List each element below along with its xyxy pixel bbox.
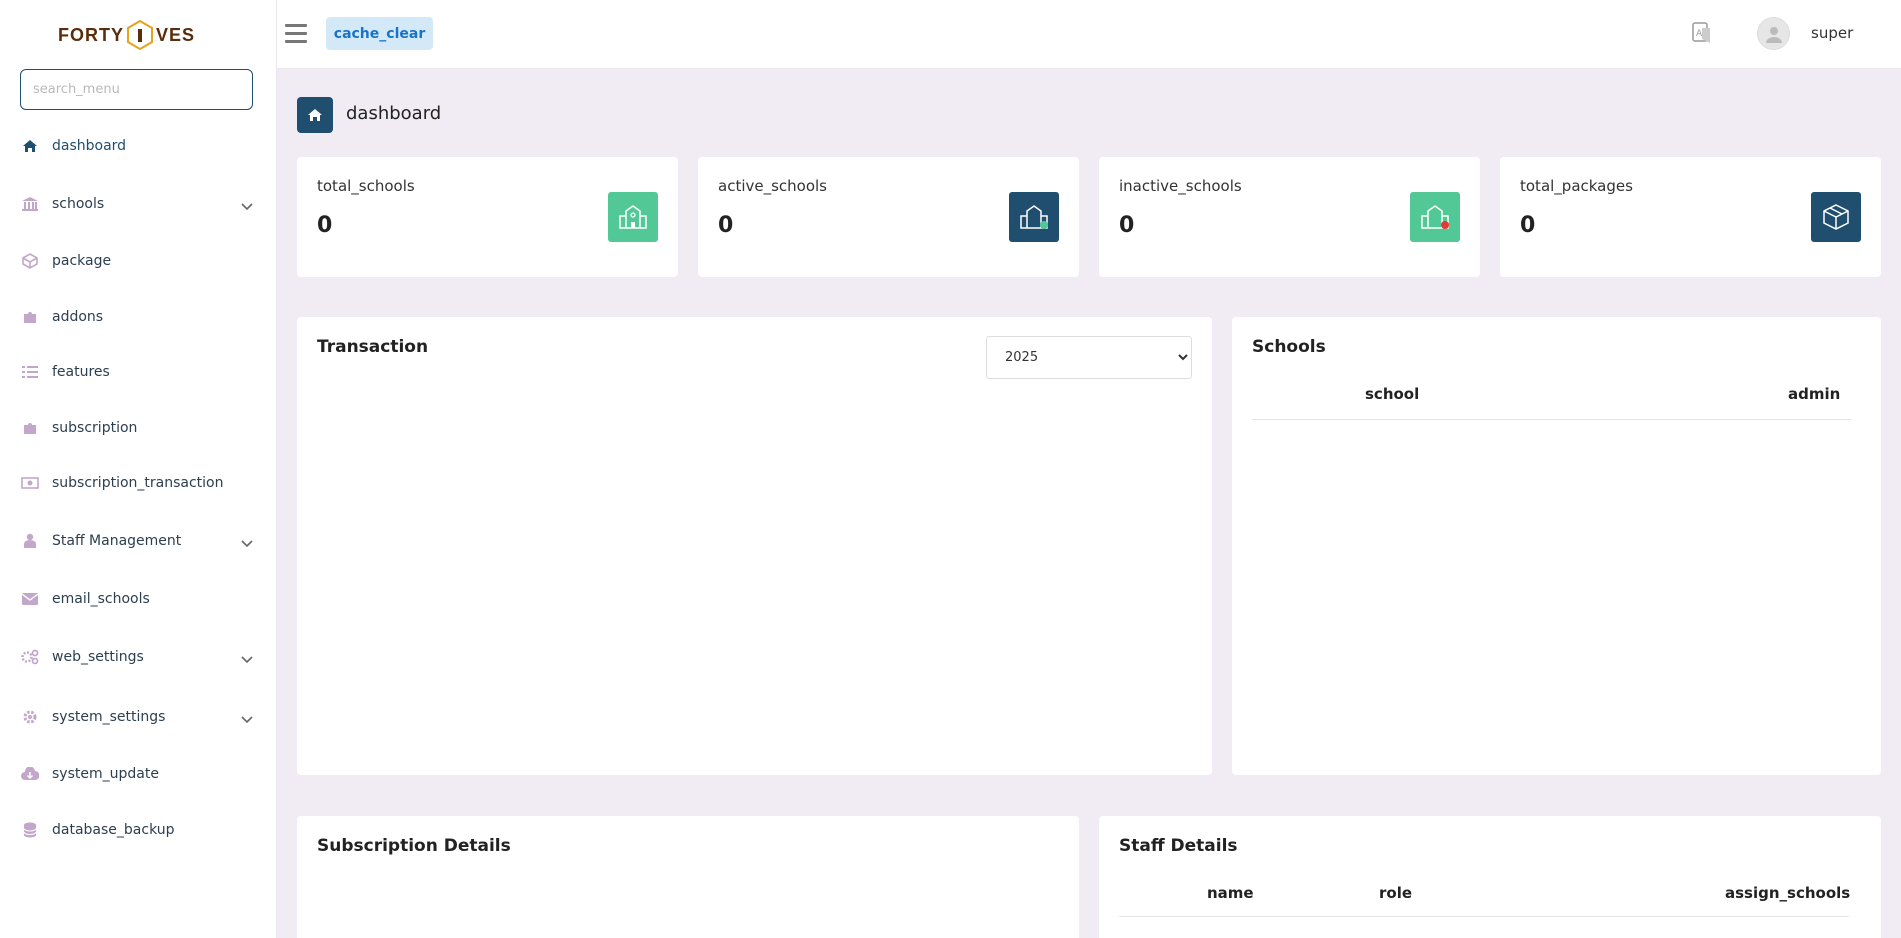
sidebar-item-database-backup[interactable]: database_backup [0,810,277,850]
sidebar: FORTY VES dashboard schools package addo… [0,0,277,938]
subscription-details-panel: Subscription Details [297,816,1079,938]
sidebar-item-label: features [52,364,110,380]
svg-text:A: A [1696,29,1703,39]
chevron-down-icon [241,709,253,728]
sidebar-item-label: subscription_transaction [52,475,224,491]
package-box-icon [1811,192,1861,242]
sidebar-item-email-schools[interactable]: email_schools [0,579,277,619]
column-header-assign-schools[interactable]: assign_schools [1725,884,1850,902]
cube-icon [20,251,40,271]
sidebar-item-label: web_settings [52,649,144,665]
school-x-icon [1410,192,1460,242]
sidebar-item-label: subscription [52,420,138,436]
transaction-title: Transaction [317,337,429,357]
sidebar-item-system-settings[interactable]: system_settings [0,697,277,737]
money-bill-icon [20,473,40,493]
school-icon [608,192,658,242]
sidebar-item-schools[interactable]: schools [0,184,277,224]
schools-title: Schools [1252,337,1326,357]
sidebar-item-label: addons [52,309,104,325]
hexagon-logo-icon [127,19,153,51]
chevron-down-icon [241,649,253,668]
stat-label: inactive_schools [1119,177,1242,195]
search-menu-input[interactable] [20,69,253,110]
sidebar-item-label: database_backup [52,822,175,838]
stat-label: total_schools [317,177,415,195]
username[interactable]: super [1811,24,1853,42]
sidebar-item-system-update[interactable]: system_update [0,754,277,794]
table-divider [1119,916,1849,917]
stat-label: total_packages [1520,177,1633,195]
university-icon [20,194,40,214]
stat-card-inactive-schools: inactive_schools 0 [1099,157,1480,277]
brand-logo[interactable]: FORTY VES [58,18,195,52]
stat-card-total-schools: total_schools 0 [297,157,678,277]
topbar: cache_clear A super [277,0,1901,69]
chevron-down-icon [241,196,253,215]
chevron-down-icon [241,533,253,552]
stat-value: 0 [1119,213,1135,238]
stat-value: 0 [1520,213,1536,238]
sidebar-item-web-settings[interactable]: web_settings [0,637,277,677]
staff-details-panel: Staff Details name role assign_schools [1099,816,1881,938]
user-tie-icon [20,531,40,551]
sidebar-item-label: system_settings [52,709,166,725]
column-header-name[interactable]: name [1207,884,1254,902]
transaction-panel: Transaction 2025 [297,317,1212,775]
sidebar-item-package[interactable]: package [0,241,277,281]
gear-icon [20,707,40,727]
sidebar-item-label: email_schools [52,591,150,607]
puzzle-icon [20,418,40,438]
column-header-school[interactable]: school [1365,385,1419,403]
avatar[interactable] [1757,17,1790,50]
column-header-admin[interactable]: admin [1788,385,1840,403]
language-icon[interactable]: A [1692,22,1712,48]
sidebar-item-subscription[interactable]: subscription [0,408,277,448]
stat-card-total-packages: total_packages 0 [1500,157,1881,277]
stat-value: 0 [317,213,333,238]
logo-text-left: FORTY [58,24,124,45]
envelope-icon [20,589,40,609]
stat-label: active_schools [718,177,827,195]
sidebar-item-subscription-transaction[interactable]: subscription_transaction [0,463,277,503]
table-divider [1252,419,1851,420]
sidebar-item-label: system_update [52,766,159,782]
year-select[interactable]: 2025 [986,336,1192,379]
schools-panel: Schools school admin [1232,317,1881,775]
sidebar-item-dashboard[interactable]: dashboard [0,126,277,166]
sidebar-item-label: package [52,253,112,269]
list-icon [20,362,40,382]
page-title: dashboard [346,103,442,124]
sidebar-item-addons[interactable]: addons [0,297,277,337]
sidebar-item-staff-management[interactable]: Staff Management [0,521,277,561]
logo-text-right: VES [156,24,196,45]
subscription-details-title: Subscription Details [317,836,511,856]
sidebar-item-label: dashboard [52,138,127,154]
cogs-icon [20,647,40,667]
sidebar-item-features[interactable]: features [0,352,277,392]
home-icon [297,97,333,133]
staff-details-title: Staff Details [1119,836,1238,856]
sidebar-item-label: schools [52,196,105,212]
sidebar-item-label: Staff Management [52,533,182,549]
hamburger-menu-icon[interactable] [285,24,307,44]
database-icon [20,820,40,840]
cache-clear-button[interactable]: cache_clear [326,17,433,50]
column-header-role[interactable]: role [1379,884,1412,902]
cloud-download-icon [20,764,40,784]
stat-card-active-schools: active_schools 0 [698,157,1079,277]
puzzle-icon [20,307,40,327]
home-icon [20,136,40,156]
school-check-icon [1009,192,1059,242]
stat-value: 0 [718,213,734,238]
